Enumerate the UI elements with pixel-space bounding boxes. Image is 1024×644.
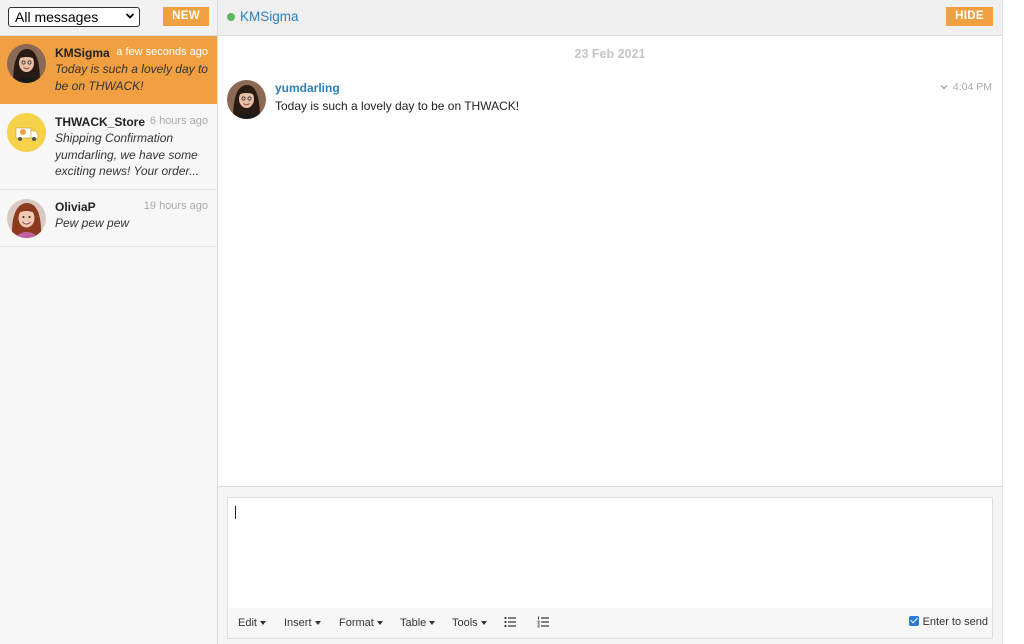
text-cursor	[235, 506, 236, 519]
dropdown-arrow-icon	[259, 621, 266, 626]
chevron-down-icon[interactable]	[940, 83, 948, 91]
conversation-name: KMSigma	[55, 46, 110, 60]
conversation-name: THWACK_Store	[55, 115, 146, 129]
conversation-preview: Pew pew pew	[55, 216, 130, 230]
conversation-time: a few seconds ago	[116, 46, 208, 58]
conversation-preview: Today is such a lovely day to be on THWA…	[55, 62, 208, 93]
dropdown-arrow-icon	[376, 621, 383, 626]
conversation-name: OliviaP	[55, 200, 96, 214]
page-scrollbar[interactable]	[1002, 0, 1024, 644]
numbered-list-icon[interactable]	[537, 616, 549, 628]
enter-to-send-option[interactable]: Enter to send	[908, 616, 988, 628]
sidebar-toolbar: All messages NEW	[0, 0, 217, 36]
message-editor[interactable]: Edit Insert Format Table Tools Enter to …	[227, 497, 993, 639]
conversation-preview: Shipping Confirmation yumdarling, we hav…	[55, 131, 200, 178]
avatar	[7, 199, 46, 238]
dropdown-arrow-icon	[480, 621, 487, 626]
message-time: 4:04 PM	[940, 81, 992, 93]
enter-to-send-label: Enter to send	[922, 616, 988, 628]
composer-area: Edit Insert Format Table Tools Enter to …	[218, 486, 1002, 644]
avatar	[7, 44, 46, 83]
conversation-sidebar: All messages NEW KMSigma a few seconds a…	[0, 0, 218, 644]
avatar[interactable]	[227, 80, 266, 119]
conversation-item-oliviap[interactable]: OliviaP 19 hours ago Pew pew pew	[0, 190, 217, 247]
edit-menu[interactable]: Edit	[238, 617, 266, 629]
chat-header: KMSigma HIDE	[218, 0, 1002, 36]
message-thread: 23 Feb 2021 yumdarling Today is such a l…	[218, 36, 1002, 486]
table-menu-label: Table	[400, 617, 427, 629]
message-author[interactable]: yumdarling	[275, 81, 340, 95]
table-menu[interactable]: Table	[400, 617, 436, 629]
conversation-item-thwack-store[interactable]: THWACK_Store 6 hours ago Shipping Confir…	[0, 104, 217, 190]
hide-button[interactable]: HIDE	[946, 7, 993, 26]
date-separator: 23 Feb 2021	[574, 47, 646, 61]
dropdown-arrow-icon	[314, 621, 321, 626]
woman-red-hair-avatar-icon	[7, 199, 46, 238]
tools-menu[interactable]: Tools	[452, 617, 487, 629]
message-text: Today is such a lovely day to be on THWA…	[275, 99, 520, 113]
message-filter-select[interactable]: All messages	[8, 7, 140, 27]
edit-menu-label: Edit	[238, 617, 257, 629]
message-timestamp: 4:04 PM	[952, 81, 992, 93]
format-menu[interactable]: Format	[339, 617, 383, 629]
bullet-list-icon[interactable]	[504, 616, 516, 628]
delivery-truck-icon	[7, 113, 46, 152]
message-filter-value: All messages	[15, 9, 99, 25]
conversation-time: 19 hours ago	[143, 200, 208, 212]
tools-menu-label: Tools	[452, 617, 478, 629]
avatar	[7, 113, 46, 152]
conversation-item-kmsigma[interactable]: KMSigma a few seconds ago Today is such …	[0, 36, 217, 104]
new-message-button[interactable]: NEW	[163, 7, 209, 26]
woman-dark-hair-avatar-icon	[7, 44, 46, 83]
insert-menu-label: Insert	[284, 617, 312, 629]
woman-dark-hair-avatar-icon	[227, 80, 266, 119]
editor-toolbar: Edit Insert Format Table Tools Enter to …	[228, 608, 992, 638]
insert-menu[interactable]: Insert	[284, 617, 321, 629]
dropdown-arrow-icon	[429, 621, 436, 626]
format-menu-label: Format	[339, 617, 374, 629]
chevron-down-icon	[125, 13, 135, 19]
conversation-time: 6 hours ago	[149, 115, 208, 127]
enter-to-send-checkbox[interactable]	[908, 616, 919, 626]
chat-contact-name[interactable]: KMSigma	[240, 9, 299, 24]
online-status-icon	[227, 13, 235, 21]
